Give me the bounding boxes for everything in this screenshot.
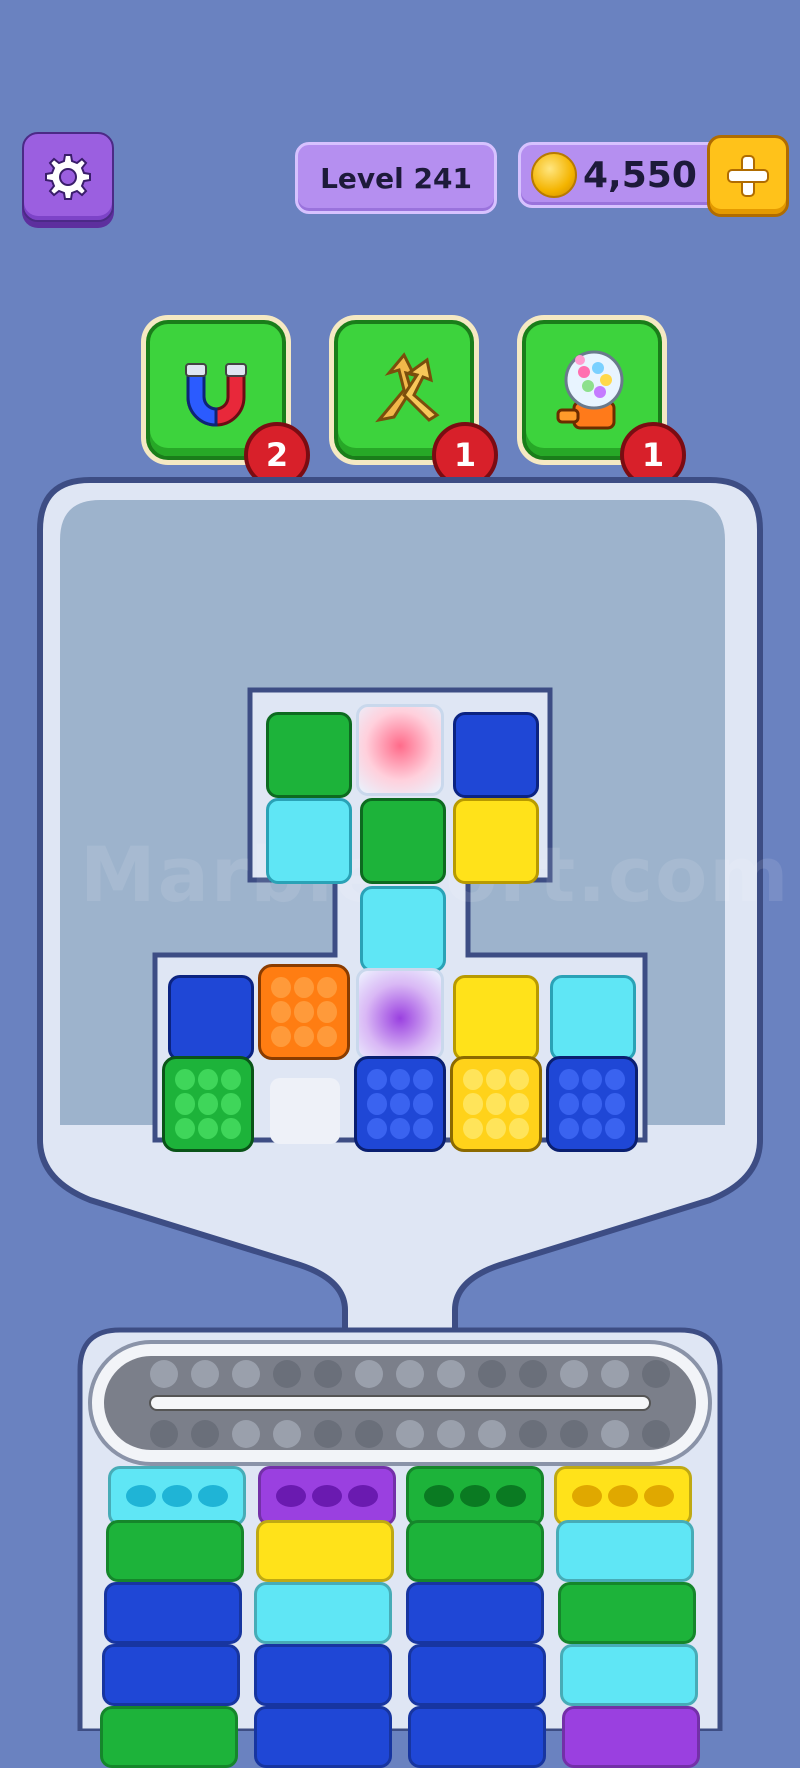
bin-blue[interactable] [408,1644,546,1706]
bin-blue[interactable] [102,1644,240,1706]
bin-purple-top[interactable] [258,1466,396,1526]
bin-green[interactable] [558,1582,696,1644]
bin-cyan[interactable] [254,1582,392,1644]
bin-blue[interactable] [254,1706,392,1768]
bin-green[interactable] [406,1520,544,1582]
bin-blue[interactable] [408,1706,546,1768]
bin-cyan-top[interactable] [108,1466,246,1526]
bin-yellow-top[interactable] [554,1466,692,1526]
bin-blue[interactable] [254,1644,392,1706]
bin-purple[interactable] [562,1706,700,1768]
bin-cyan[interactable] [556,1520,694,1582]
bin-blue[interactable] [406,1582,544,1644]
bin-green[interactable] [106,1520,244,1582]
bin-green-top[interactable] [406,1466,544,1526]
bin-columns [0,0,800,1768]
bin-blue[interactable] [104,1582,242,1644]
bin-green[interactable] [100,1706,238,1768]
bin-cyan[interactable] [560,1644,698,1706]
bin-yellow[interactable] [256,1520,394,1582]
